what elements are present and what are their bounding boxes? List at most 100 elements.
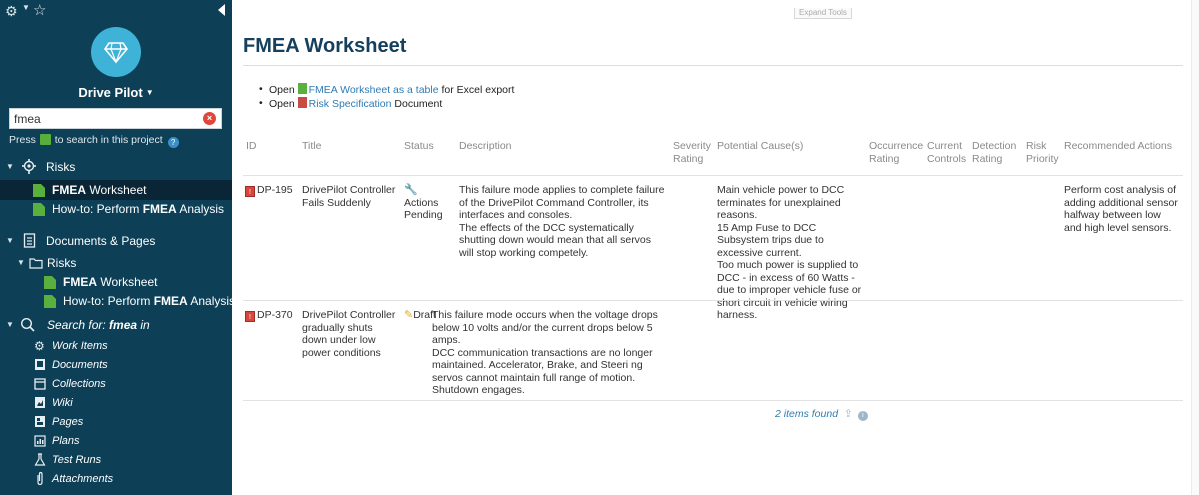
info-icon[interactable]: i [857, 411, 868, 421]
column-header-recommended-actions[interactable]: Recommended Actions [1064, 140, 1172, 153]
row-id[interactable]: DP-195 [257, 184, 293, 196]
search-input[interactable] [10, 109, 195, 128]
table-icon [297, 83, 307, 94]
sidebar-item-fmea-worksheet[interactable]: FMEA Worksheet [0, 180, 232, 200]
table-row-id[interactable]: ! DP-370 [245, 309, 293, 322]
row-divider [243, 400, 1183, 401]
header-divider [243, 175, 1183, 176]
search-scope-pages[interactable]: Pages [0, 412, 232, 432]
column-header-current-controls[interactable]: Current Controls [927, 140, 967, 166]
sidebar-item-label: Search for: fmea in [47, 318, 150, 332]
link-suffix: Document [391, 98, 443, 110]
diamond-icon [104, 42, 128, 64]
column-header-severity-rating[interactable]: Severity Rating [673, 140, 711, 166]
chevron-down-icon: ▼ [145, 88, 154, 97]
search-hint-suffix: to search in this project [54, 134, 163, 146]
chevron-down-icon[interactable]: ▼ [22, 3, 30, 12]
sidebar-item-risks-folder[interactable]: ▼ Risks [0, 253, 232, 273]
row-recommended-actions: Perform cost analysis of adding addition… [1064, 184, 1178, 234]
search-scope-plans[interactable]: Plans [0, 431, 232, 451]
search-scope-documents[interactable]: Documents [0, 355, 232, 375]
row-description: This failure mode applies to complete fa… [459, 184, 665, 259]
title-divider [243, 65, 1183, 66]
search-scope-label: Work Items [52, 340, 108, 352]
help-icon[interactable]: ? [167, 137, 179, 148]
column-header-detection-rating[interactable]: Detection Rating [972, 140, 1016, 166]
column-header-description[interactable]: Description [459, 140, 512, 153]
paperclip-icon [35, 469, 45, 495]
search-scope-label: Wiki [52, 397, 73, 409]
clear-search-icon[interactable]: × [203, 112, 216, 125]
link-prefix: Open [269, 98, 298, 110]
search-scope-label: Test Runs [52, 454, 102, 466]
document-icon [297, 97, 307, 108]
chevron-down-icon[interactable]: ▼ [6, 231, 14, 251]
sidebar-item-how-to-doc[interactable]: How-to: Perform FMEA Analysis [0, 291, 232, 311]
chevron-down-icon[interactable]: ▼ [6, 157, 14, 177]
star-icon[interactable]: ☆ [33, 1, 46, 19]
sidebar-item-search-for[interactable]: ▼ Search for: fmea in [0, 315, 232, 335]
row-title[interactable]: DrivePilot Controller Fails Suddenly [302, 184, 398, 209]
scrollbar[interactable] [1191, 0, 1199, 495]
gear-icon[interactable]: ⚙ [5, 3, 18, 20]
search-box: × [9, 108, 222, 129]
search-scope-collections[interactable]: Collections [0, 374, 232, 394]
expand-tools-button[interactable]: Expand Tools [794, 8, 852, 19]
search-hint-prefix: Press [9, 134, 36, 146]
search-scope-attachments[interactable]: Attachments [0, 469, 232, 489]
main-content: Expand Tools FMEA Worksheet Open FMEA Wo… [232, 0, 1199, 495]
worksheet-table-link[interactable]: FMEA Worksheet as a table [309, 84, 439, 96]
column-header-title[interactable]: Title [302, 140, 321, 153]
sidebar: ⚙ ▼ ☆ Drive Pilot▼ × Press to search in … [0, 0, 232, 495]
open-document-link-item: Open Risk Specification Document [259, 97, 514, 111]
risk-item-icon: ! [245, 186, 255, 197]
table-row-id[interactable]: ! DP-195 [245, 184, 293, 197]
search-scope-test-runs[interactable]: Test Runs [0, 450, 232, 470]
sidebar-item-fmea-worksheet-doc[interactable]: FMEA Worksheet [0, 272, 232, 292]
search-scope-work-items[interactable]: ⚙ Work Items [0, 336, 232, 356]
sidebar-item-documents-pages[interactable]: ▼ Documents & Pages [0, 231, 232, 251]
search-scope-label: Plans [52, 435, 80, 447]
sidebar-item-label: Risks [47, 256, 77, 270]
sidebar-item-label: FMEA Worksheet [52, 183, 147, 197]
work-items-icon: ⚙ [34, 339, 45, 353]
sidebar-item-how-to[interactable]: How-to: Perform FMEA Analysis [0, 199, 232, 219]
chevron-down-icon[interactable]: ▼ [6, 315, 14, 335]
row-divider [243, 300, 1183, 301]
column-header-id[interactable]: ID [246, 140, 257, 153]
collapse-sidebar-icon[interactable] [218, 4, 225, 16]
open-table-link-item: Open FMEA Worksheet as a table for Excel… [259, 83, 514, 97]
project-logo[interactable] [91, 27, 141, 77]
sidebar-item-risks[interactable]: ▼ Risks [0, 157, 232, 177]
column-header-potential-causes[interactable]: Potential Cause(s) [717, 140, 803, 153]
search-hint: Press to search in this project ? [9, 134, 179, 148]
sidebar-item-label: How-to: Perform FMEA Analysis [63, 294, 232, 308]
search-scope-label: Collections [52, 378, 106, 390]
search-scope-label: Documents [52, 359, 108, 371]
chevron-down-icon[interactable]: ▼ [17, 253, 25, 273]
search-scope-label: Attachments [52, 473, 114, 485]
page-title: FMEA Worksheet [243, 35, 407, 57]
risk-specification-link[interactable]: Risk Specification [309, 98, 392, 110]
project-title[interactable]: Drive Pilot ▼ [0, 85, 232, 100]
pencil-icon: ✎ [404, 309, 414, 321]
export-icon[interactable]: ⇪ [844, 408, 853, 420]
column-header-occurrence-rating[interactable]: Occurrence Rating [869, 140, 923, 166]
link-suffix: for Excel export [438, 84, 515, 96]
wrench-icon: 🔧 [404, 184, 418, 196]
sidebar-item-label: FMEA Worksheet [63, 275, 158, 289]
sidebar-item-label: How-to: Perform FMEA Analysis [52, 202, 225, 216]
row-id[interactable]: DP-370 [257, 309, 293, 321]
open-links-list: Open FMEA Worksheet as a table for Excel… [259, 83, 514, 111]
link-prefix: Open [269, 84, 298, 96]
row-title[interactable]: DrivePilot Controller gradually shuts do… [302, 309, 398, 359]
sidebar-item-label: Risks [46, 160, 76, 174]
row-description: This failure mode occurs when the voltag… [432, 309, 658, 396]
search-scope-wiki[interactable]: Wiki [0, 393, 232, 413]
search-scope-label: Pages [52, 416, 84, 428]
document-icon [33, 199, 45, 222]
column-header-risk-priority[interactable]: Risk Priority [1026, 140, 1059, 166]
sidebar-toolbar: ⚙ ▼ ☆ [0, 0, 232, 22]
sidebar-item-label: Documents & Pages [46, 234, 156, 248]
column-header-status[interactable]: Status [404, 140, 434, 153]
